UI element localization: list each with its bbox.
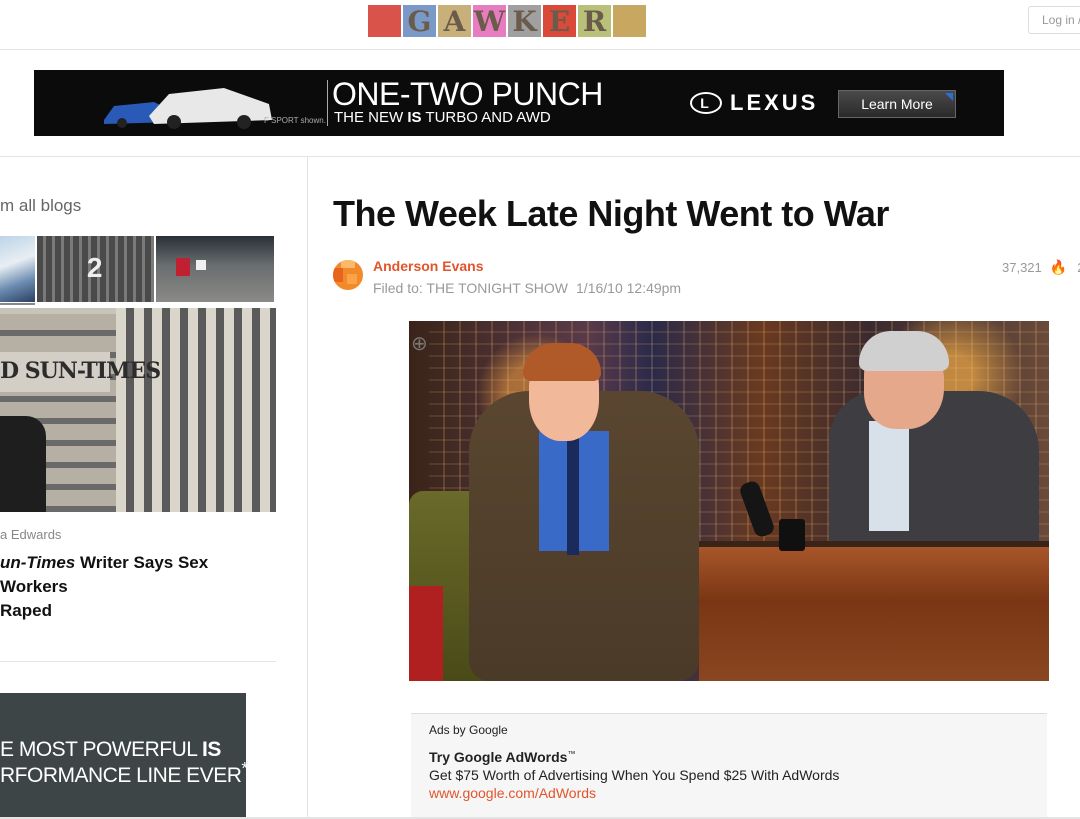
thumb-figure: [176, 258, 191, 276]
subline-pre: THE NEW: [334, 109, 408, 126]
author-name[interactable]: Anderson Evans: [373, 258, 483, 274]
from-all-blogs-label[interactable]: m all blogs: [0, 196, 81, 216]
banner-subline: THE NEW IS TURBO AND AWD: [334, 109, 551, 126]
zoom-icon[interactable]: ⊕: [411, 331, 437, 357]
story-title-italic: un-Times: [0, 553, 76, 572]
ad-text: Get $75 Worth of Advertising When You Sp…: [429, 767, 840, 783]
thumbnail-count: 2: [86, 252, 103, 283]
view-count-number: 37,321: [1002, 260, 1042, 275]
avatar-block: [341, 260, 355, 268]
google-ads-box: Ads by Google Try Google AdWords™ Get $7…: [411, 713, 1047, 819]
host-hair: [859, 331, 949, 371]
banner-headline: ONE-TWO PUNCH: [332, 76, 603, 112]
banner-divider: [327, 80, 328, 126]
fine-print: F SPORT shown.: [264, 116, 326, 125]
mug: [779, 519, 805, 551]
speaker-shape: [0, 416, 46, 512]
top-bar: G A W K E R Log in /: [0, 0, 1080, 50]
post-timestamp[interactable]: 1/16/10 12:49pm: [576, 280, 681, 296]
filed-to-line: Filed to: THE TONIGHT SHOW 1/16/10 12:49p…: [373, 280, 681, 296]
sidebar-story-title[interactable]: un-Times Writer Says Sex Workers Raped: [0, 551, 276, 623]
logo-tile: R: [578, 5, 611, 38]
thumb-figure: [196, 260, 207, 270]
sun-times-sign: D SUN-TIMES: [0, 352, 161, 392]
chair-cushion: [409, 586, 443, 681]
logo-tile: G: [403, 5, 436, 38]
ad-url[interactable]: www.google.com/AdWords: [429, 785, 596, 801]
learn-more-button[interactable]: Learn More: [838, 90, 956, 118]
lexus-wordmark: LEXUS: [730, 90, 819, 115]
ads-by-google-label[interactable]: Ads by Google: [429, 723, 508, 737]
ad-line2-text: RFORMANCE LINE EVER: [0, 764, 242, 787]
sidebar-divider: [0, 661, 276, 662]
guest-tie: [567, 435, 579, 555]
logo-tile: E: [543, 5, 576, 38]
ad-line2-mark: *: [241, 758, 248, 778]
feature-image[interactable]: D SUN-TIMES: [0, 308, 276, 512]
filed-to-link[interactable]: Filed to: THE TONIGHT SHOW: [373, 280, 568, 296]
thumbnail-3[interactable]: [156, 236, 274, 302]
avatar-block: [333, 268, 343, 282]
story-title-line2: Raped: [0, 601, 52, 620]
logo-tile: K: [508, 5, 541, 38]
ad-title[interactable]: Try Google AdWords™: [429, 749, 575, 765]
flame-icon: 🔥: [1049, 259, 1068, 275]
header-divider: [0, 156, 1080, 157]
ad-title-text: Try Google AdWords: [429, 749, 568, 765]
logo-tile: A: [438, 5, 471, 38]
subline-bold: IS: [407, 109, 422, 126]
article-photo[interactable]: [409, 321, 1049, 681]
logo-tile: W: [473, 4, 506, 38]
avatar-block: [347, 274, 357, 284]
lexus-logo-icon: L: [690, 92, 722, 114]
building-right: [116, 308, 276, 512]
active-thumb-indicator: [0, 303, 35, 305]
learn-more-label: Learn More: [861, 96, 933, 112]
sidebar-ad-line2: RFORMANCE LINE EVER*: [0, 758, 248, 788]
sidebar-ad[interactable]: E MOST POWERFUL IS RFORMANCE LINE EVER*: [0, 693, 248, 819]
logo-tile: [613, 5, 646, 37]
article-title[interactable]: The Week Late Night Went to War: [333, 193, 889, 235]
logo-tile: [368, 5, 401, 37]
thumbnail-1[interactable]: [0, 236, 35, 302]
thumbnail-2[interactable]: 2: [36, 236, 155, 302]
login-button[interactable]: Log in /: [1028, 6, 1080, 34]
lexus-banner-ad[interactable]: F SPORT shown. ONE-TWO PUNCH THE NEW IS …: [34, 70, 1004, 136]
view-count: 37,321 🔥 2: [1002, 259, 1080, 276]
host-shirt: [869, 421, 909, 531]
sidebar-byline[interactable]: a Edwards: [0, 527, 61, 542]
column-divider: [307, 157, 308, 819]
lexus-brand: L LEXUS: [690, 90, 818, 116]
author-avatar[interactable]: [333, 260, 363, 290]
guest-hair: [523, 343, 601, 381]
subline-post: TURBO AND AWD: [421, 109, 551, 126]
desk: [699, 547, 1049, 681]
ad-title-mark: ™: [567, 749, 576, 759]
corner-arrow-icon: [945, 93, 953, 101]
thumbnail-strip: 2: [0, 236, 276, 302]
gawker-logo[interactable]: G A W K E R: [368, 4, 648, 38]
